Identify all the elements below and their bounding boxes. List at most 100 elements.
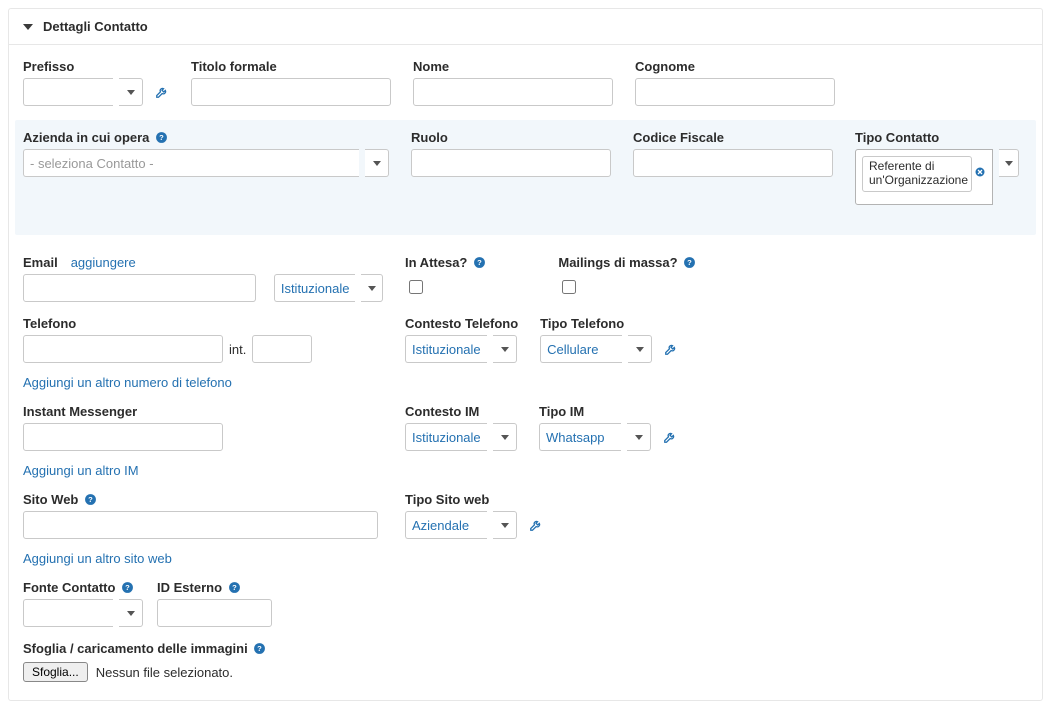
label-tipo-sito: Tipo Sito web <box>405 492 543 507</box>
chevron-down-icon <box>635 435 643 440</box>
codice-fiscale-input[interactable] <box>633 149 833 177</box>
label-codice-fiscale: Codice Fiscale <box>633 130 833 145</box>
svg-text:?: ? <box>159 133 164 142</box>
svg-text:?: ? <box>125 583 130 592</box>
label-id-esterno: ID Esterno ? <box>157 580 272 595</box>
titolo-formale-input[interactable] <box>191 78 391 106</box>
help-icon[interactable]: ? <box>683 256 697 270</box>
email-input[interactable] <box>23 274 256 302</box>
wrench-icon[interactable] <box>664 342 678 356</box>
azienda-select[interactable]: - seleziona Contatto - <box>23 149 359 177</box>
mailings-checkbox[interactable] <box>562 280 576 294</box>
telefono-input[interactable] <box>23 335 223 363</box>
tipo-telefono-dropdown-button[interactable] <box>628 335 652 363</box>
tipo-telefono-select[interactable]: Cellulare <box>540 335 622 363</box>
im-input[interactable] <box>23 423 223 451</box>
id-esterno-input[interactable] <box>157 599 272 627</box>
help-icon[interactable]: ? <box>83 493 97 507</box>
nome-input[interactable] <box>413 78 613 106</box>
tipo-sito-select[interactable]: Aziendale <box>405 511 487 539</box>
field-contesto-telefono: Contesto Telefono Istituzionale <box>405 316 518 363</box>
field-tipo-im: Tipo IM Whatsapp <box>539 404 677 451</box>
prefisso-select[interactable] <box>23 78 113 106</box>
fonte-contatto-select[interactable] <box>23 599 113 627</box>
add-email-link[interactable]: aggiungere <box>71 255 136 270</box>
tipo-sito-dropdown-button[interactable] <box>493 511 517 539</box>
cognome-input[interactable] <box>635 78 835 106</box>
remove-tag-icon[interactable] <box>974 166 986 181</box>
svg-text:?: ? <box>687 258 692 267</box>
wrench-icon[interactable] <box>155 85 169 99</box>
chevron-down-icon <box>1005 161 1013 166</box>
tipo-im-select[interactable]: Whatsapp <box>539 423 621 451</box>
field-sito-web: Sito Web ? Aggiungi un altro sito web <box>23 492 383 566</box>
telefono-int-input[interactable] <box>252 335 312 363</box>
field-im: Instant Messenger Aggiungi un altro IM <box>23 404 383 478</box>
field-nome: Nome <box>413 59 613 106</box>
add-phone-link[interactable]: Aggiungi un altro numero di telefono <box>23 375 383 390</box>
tipo-im-dropdown-button[interactable] <box>627 423 651 451</box>
tipo-contatto-dropdown-button[interactable] <box>999 149 1019 177</box>
label-azienda: Azienda in cui opera ? <box>23 130 389 145</box>
svg-text:?: ? <box>232 583 237 592</box>
label-tipo-telefono: Tipo Telefono <box>540 316 678 331</box>
field-titolo-formale: Titolo formale <box>191 59 391 106</box>
field-tipo-contatto: Tipo Contatto Referente di un'Organizzaz… <box>855 130 1019 205</box>
label-mailings: Mailings di massa? ? <box>558 255 696 270</box>
add-im-link[interactable]: Aggiungi un altro IM <box>23 463 383 478</box>
contesto-telefono-select[interactable]: Istituzionale <box>405 335 487 363</box>
fonte-contatto-dropdown-button[interactable] <box>119 599 143 627</box>
field-cognome: Cognome <box>635 59 835 106</box>
help-icon[interactable]: ? <box>120 581 134 595</box>
tipo-contatto-select[interactable]: Referente di un'Organizzazione <box>855 149 993 205</box>
label-prefisso: Prefisso <box>23 59 169 74</box>
help-icon[interactable]: ? <box>227 581 241 595</box>
svg-text:?: ? <box>257 644 262 653</box>
help-icon[interactable]: ? <box>253 642 267 656</box>
label-sito-web: Sito Web ? <box>23 492 383 507</box>
label-titolo-formale: Titolo formale <box>191 59 391 74</box>
ruolo-input[interactable] <box>411 149 611 177</box>
panel-body: Prefisso Titolo formale Nome Cognome <box>9 45 1042 700</box>
contact-details-panel: Dettagli Contatto Prefisso Titolo formal… <box>8 8 1043 701</box>
help-icon[interactable]: ? <box>154 131 168 145</box>
label-upload: Sfoglia / caricamento delle immagini ? <box>23 641 1028 656</box>
add-site-link[interactable]: Aggiungi un altro sito web <box>23 551 383 566</box>
field-tipo-sito: Tipo Sito web Aziendale <box>405 492 543 539</box>
browse-button[interactable]: Sfoglia... <box>23 662 88 682</box>
email-type-dropdown-button[interactable] <box>361 274 383 302</box>
chevron-down-icon <box>368 286 376 291</box>
field-id-esterno: ID Esterno ? <box>157 580 272 627</box>
label-email: Email aggiungere <box>23 255 383 270</box>
contesto-im-dropdown-button[interactable] <box>493 423 517 451</box>
label-telefono: Telefono <box>23 316 383 331</box>
panel-header[interactable]: Dettagli Contatto <box>9 9 1042 45</box>
sito-web-input[interactable] <box>23 511 378 539</box>
row-telefono: Telefono int. Aggiungi un altro numero d… <box>23 316 1028 390</box>
azienda-dropdown-button[interactable] <box>365 149 389 177</box>
contesto-im-select[interactable]: Istituzionale <box>405 423 487 451</box>
label-tipo-im: Tipo IM <box>539 404 677 419</box>
row-upload: Sfoglia / caricamento delle immagini ? S… <box>23 641 1028 682</box>
contesto-telefono-dropdown-button[interactable] <box>493 335 517 363</box>
wrench-icon[interactable] <box>663 430 677 444</box>
email-type-select[interactable]: Istituzionale <box>274 274 356 302</box>
svg-text:?: ? <box>88 495 93 504</box>
row-sito-web: Sito Web ? Aggiungi un altro sito web Ti… <box>23 492 1028 566</box>
chevron-down-icon <box>373 161 381 166</box>
field-in-attesa: In Attesa? ? <box>405 255 486 297</box>
field-azienda: Azienda in cui opera ? - seleziona Conta… <box>23 130 389 177</box>
field-fonte-contatto: Fonte Contatto ? <box>23 580 143 627</box>
field-telefono: Telefono int. Aggiungi un altro numero d… <box>23 316 383 390</box>
help-icon[interactable]: ? <box>472 256 486 270</box>
row-fonte: Fonte Contatto ? ID Esterno ? <box>23 580 1028 627</box>
caret-down-icon <box>23 24 33 30</box>
chevron-down-icon <box>501 523 509 528</box>
in-attesa-checkbox[interactable] <box>409 280 423 294</box>
label-nome: Nome <box>413 59 613 74</box>
prefisso-dropdown-button[interactable] <box>119 78 143 106</box>
svg-text:?: ? <box>477 258 482 267</box>
label-tipo-contatto: Tipo Contatto <box>855 130 1019 145</box>
wrench-icon[interactable] <box>529 518 543 532</box>
field-ruolo: Ruolo <box>411 130 611 177</box>
